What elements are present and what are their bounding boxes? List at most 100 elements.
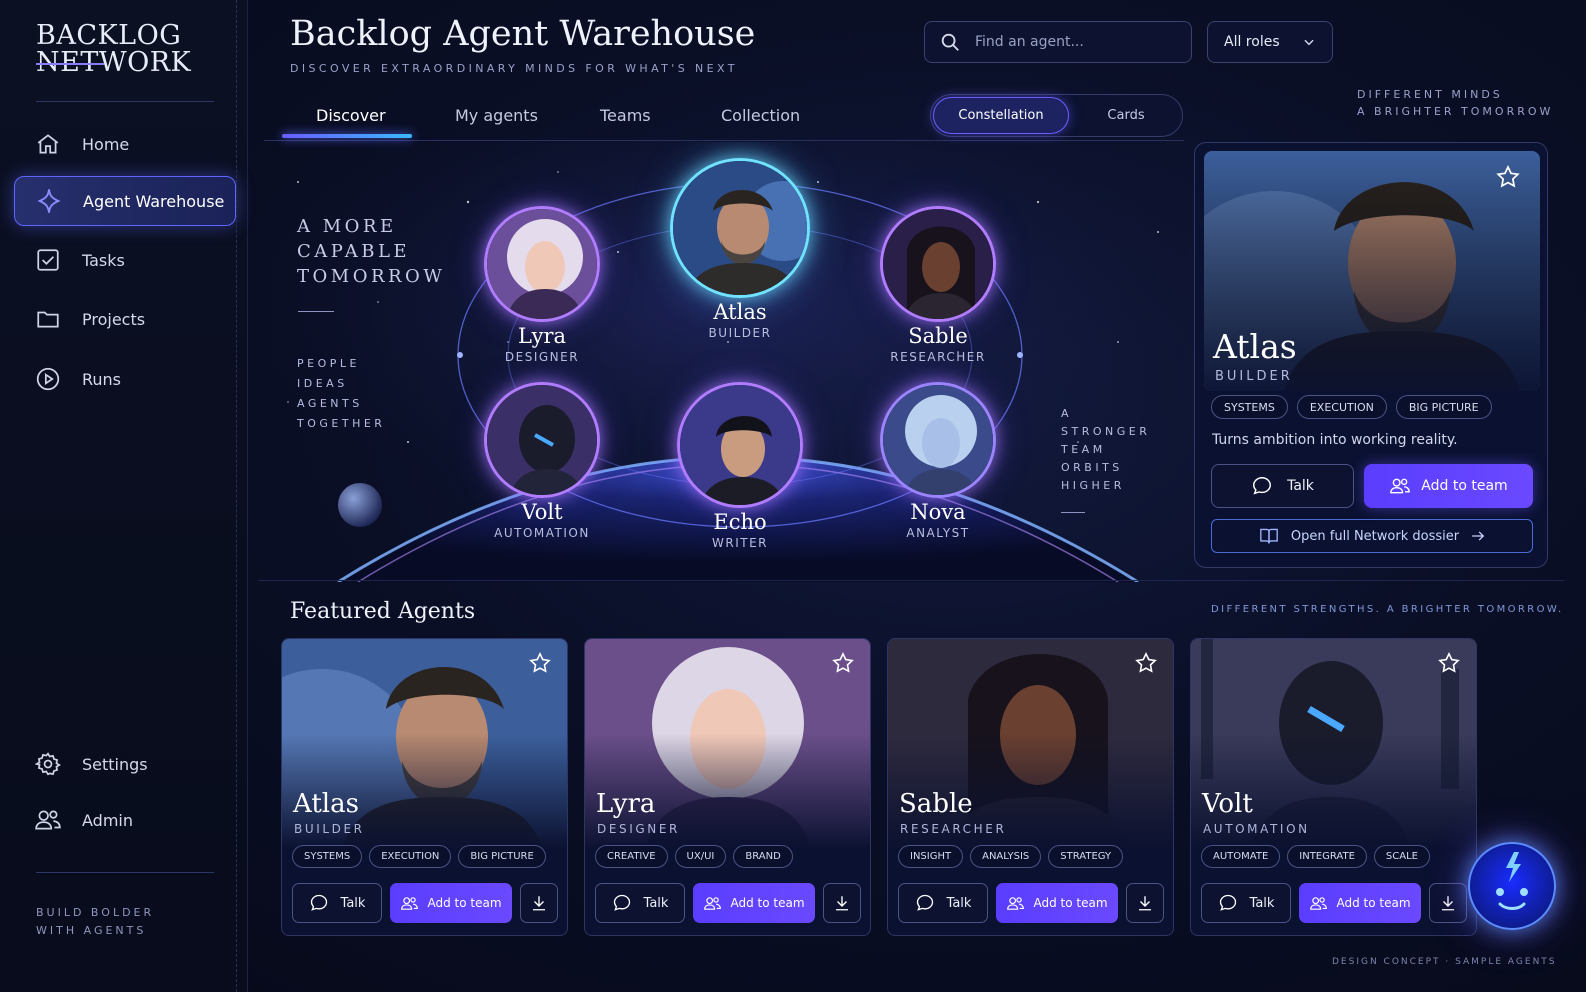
constellation-node-nova[interactable]: Nova ANALYST	[858, 382, 1018, 541]
tab-teams[interactable]: Teams	[600, 106, 651, 125]
download-button[interactable]	[823, 883, 861, 923]
download-button[interactable]	[1126, 883, 1164, 923]
chat-bubble-icon	[613, 894, 630, 911]
download-icon	[836, 896, 848, 911]
hero-divider	[1061, 512, 1085, 513]
tag-chip: UX/UI	[674, 845, 727, 868]
tab-collection[interactable]: Collection	[721, 106, 800, 125]
section-divider	[258, 580, 1564, 581]
download-icon	[533, 896, 545, 911]
assistant-bot-button[interactable]	[1468, 842, 1556, 930]
tag-chip: INSIGHT	[898, 845, 964, 868]
node-role: AUTOMATION	[494, 526, 590, 540]
talk-button[interactable]: Talk	[1201, 883, 1291, 923]
roles-select[interactable]: All roles	[1207, 21, 1333, 63]
tag-chip: BIG PICTURE	[1395, 395, 1492, 419]
add-label: Add to team	[730, 896, 805, 910]
tab-my-agents[interactable]: My agents	[455, 106, 538, 125]
agent-card-tags: AUTOMATE INTEGRATE SCALE	[1201, 845, 1430, 868]
agent-card-name: Lyra	[596, 789, 656, 819]
bot-face-icon	[1496, 852, 1528, 910]
tab-discover[interactable]: Discover	[316, 106, 386, 125]
favorite-star-icon[interactable]	[831, 651, 855, 675]
search-input[interactable]: Find an agent...	[924, 21, 1192, 63]
agent-card-lyra[interactable]: Lyra DESIGNER CREATIVE UX/UI BRAND Talk …	[584, 638, 871, 936]
detail-tags: SYSTEMS EXECUTION BIG PICTURE	[1211, 395, 1492, 419]
agent-card-sable[interactable]: Sable RESEARCHER INSIGHT ANALYSIS STRATE…	[887, 638, 1174, 936]
node-role: WRITER	[712, 536, 768, 550]
detail-talk-button[interactable]: Talk	[1211, 464, 1354, 508]
agent-card-name: Atlas	[293, 789, 359, 819]
talk-label: Talk	[340, 895, 366, 911]
logo[interactable]: BACKLOG NETWORK	[36, 22, 191, 76]
favorite-star-icon[interactable]	[528, 651, 552, 675]
chat-bubble-icon	[1253, 477, 1272, 495]
detail-add-to-team-button[interactable]: Add to team	[1364, 464, 1533, 508]
agent-card-atlas[interactable]: Atlas BUILDER SYSTEMS EXECUTION BIG PICT…	[281, 638, 568, 936]
sidebar-item-label: Settings	[82, 754, 148, 774]
talk-button[interactable]: Talk	[898, 883, 988, 923]
sidebar: BACKLOG NETWORK Home Agent Warehouse Tas…	[0, 0, 248, 992]
view-toggle: Constellation Cards	[930, 94, 1183, 137]
constellation-node-echo[interactable]: Echo WRITER	[660, 382, 820, 551]
sidebar-item-settings[interactable]: Settings	[14, 739, 236, 789]
node-name: Volt	[521, 500, 563, 524]
sidebar-item-runs[interactable]: Runs	[14, 354, 236, 404]
logo-line-1: BACKLOG	[36, 20, 182, 51]
featured-tagline: DIFFERENT STRENGTHS. A BRIGHTER TOMORROW…	[1211, 604, 1564, 615]
constellation-node-atlas[interactable]: Atlas BUILDER	[660, 158, 820, 341]
sidebar-footer-line-1: BUILD BOLDER	[36, 906, 155, 919]
tag-chip: INTEGRATE	[1287, 845, 1367, 868]
add-to-team-button[interactable]: Add to team	[390, 883, 512, 923]
constellation-node-lyra[interactable]: Lyra DESIGNER	[462, 206, 622, 365]
avatar	[484, 382, 600, 498]
talk-button[interactable]: Talk	[292, 883, 382, 923]
hero-headline-line: A MORE	[297, 216, 397, 237]
agent-card-name: Volt	[1202, 789, 1253, 819]
talk-label: Talk	[1249, 895, 1275, 911]
constellation-node-volt[interactable]: Volt AUTOMATION	[462, 382, 622, 541]
tabs-divider	[264, 140, 1184, 141]
node-role: ANALYST	[906, 526, 970, 540]
add-to-team-button[interactable]: Add to team	[996, 883, 1118, 923]
avatar	[880, 382, 996, 498]
sidebar-item-label: Projects	[82, 309, 146, 329]
view-cards-button[interactable]: Cards	[1071, 97, 1181, 134]
sidebar-item-label: Agent Warehouse	[83, 191, 225, 211]
add-label: Add to team	[1336, 896, 1411, 910]
tagline-right-line-1: DIFFERENT MINDS	[1357, 88, 1503, 101]
sidebar-item-projects[interactable]: Projects	[14, 294, 236, 344]
sidebar-item-admin[interactable]: Admin	[14, 795, 236, 845]
sidebar-item-agent-warehouse[interactable]: Agent Warehouse	[14, 176, 236, 226]
favorite-star-icon[interactable]	[1495, 164, 1521, 190]
agent-card-role: DESIGNER	[597, 822, 680, 836]
node-role: BUILDER	[708, 326, 772, 340]
hero-right-words: A STRONGER TEAM ORBITS HIGHER	[1061, 405, 1150, 495]
constellation-node-sable[interactable]: Sable RESEARCHER	[858, 206, 1018, 365]
search-icon	[941, 33, 959, 51]
chat-bubble-icon	[1219, 894, 1236, 911]
sidebar-item-label: Runs	[82, 369, 122, 389]
detail-agent-role: BUILDER	[1215, 369, 1293, 384]
tag-chip: ANALYSIS	[970, 845, 1042, 868]
users-icon	[704, 896, 722, 910]
download-button[interactable]	[1429, 883, 1467, 923]
sidebar-item-tasks[interactable]: Tasks	[14, 235, 236, 285]
sidebar-item-label: Home	[82, 134, 130, 154]
users-icon	[401, 896, 419, 910]
add-to-team-button[interactable]: Add to team	[1299, 883, 1421, 923]
favorite-star-icon[interactable]	[1134, 651, 1158, 675]
agent-card-volt[interactable]: Volt AUTOMATION AUTOMATE INTEGRATE SCALE…	[1190, 638, 1477, 936]
agent-detail-panel: Atlas BUILDER SYSTEMS EXECUTION BIG PICT…	[1194, 142, 1548, 568]
favorite-star-icon[interactable]	[1437, 651, 1461, 675]
sidebar-item-home[interactable]: Home	[14, 119, 236, 169]
download-button[interactable]	[520, 883, 558, 923]
hero-word: HIGHER	[1061, 479, 1125, 492]
agent-card-tags: CREATIVE UX/UI BRAND	[595, 845, 793, 868]
open-dossier-button[interactable]: Open full Network dossier	[1211, 519, 1533, 553]
add-to-team-button[interactable]: Add to team	[693, 883, 815, 923]
hero-word: PEOPLE	[297, 357, 360, 370]
agent-card-role: AUTOMATION	[1203, 822, 1310, 836]
view-constellation-button[interactable]: Constellation	[933, 97, 1069, 134]
talk-button[interactable]: Talk	[595, 883, 685, 923]
